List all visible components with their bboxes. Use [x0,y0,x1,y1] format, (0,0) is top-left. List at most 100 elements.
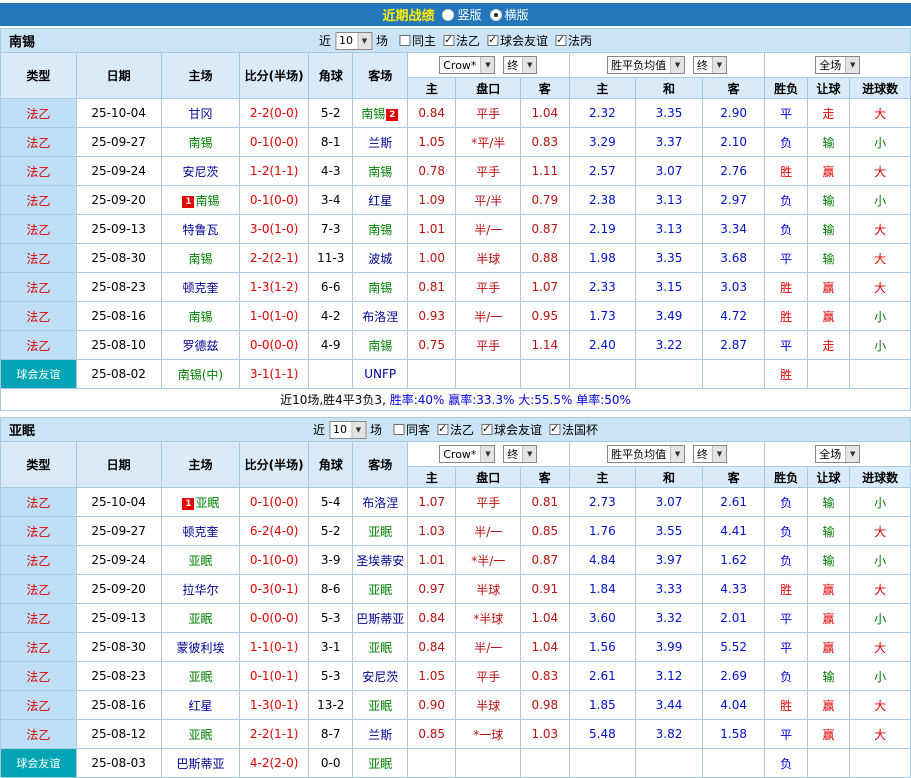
col-goals: 进球数 [849,77,911,99]
away-team-name: 亚眠 [368,524,393,539]
rank-badge: 1 [182,195,195,208]
radio-checked-icon[interactable] [489,8,502,21]
col-corner: 角球 [307,441,354,488]
league-cell: 法乙 [0,127,77,157]
euro-away-odds: 2.97 [701,185,766,215]
select-value: 终 [507,58,519,72]
euro-home-odds: 1.84 [568,574,637,604]
summary-segment: 单率:50% [576,393,631,407]
checkbox-icon[interactable] [437,422,448,435]
home-team-cell: 亚眠 [160,661,241,691]
league-cell: 法乙 [0,632,77,662]
away-team-cell: 布洛涅 [352,487,408,517]
col-handicap: 盘口 [455,466,522,488]
home-team-cell: 拉华尔 [160,574,241,604]
checkbox-icon[interactable] [549,422,561,435]
checkbox-icon[interactable] [487,33,499,46]
corner-cell: 13-2 [307,690,354,720]
asian-home-odds: 1.03 [406,516,457,546]
chevron-down-icon: ▼ [522,445,537,462]
asian-home-odds: 1.05 [406,661,457,691]
filter-option[interactable]: 同客 [392,421,430,438]
date-cell: 25-08-16 [75,301,162,331]
checkbox-icon[interactable] [392,424,404,435]
league-filters: 同主 法乙 球会友谊 法丙 [392,32,592,49]
chevron-down-icon: ▼ [350,421,365,438]
bookmaker-select[interactable]: Crow* ▼ [439,56,496,75]
handicap-result-cell: 赢 [806,156,851,186]
euro-away-odds: 1.62 [701,545,766,575]
odds-time-select[interactable]: 终 ▼ [692,56,727,74]
filter-option[interactable]: 同主 [398,32,436,49]
asian-home-odds [406,359,457,389]
league-cell: 法乙 [0,690,77,720]
corner-cell [307,359,354,389]
table-row: 法乙 25-09-13 特鲁瓦 3-0(1-0) 7-3 南锡 1.01 半/一 0.87 2.1… [0,214,911,244]
bookmaker-select[interactable]: Crow* ▼ [439,445,496,464]
col-euro-home: 主 [568,77,637,99]
asian-away-odds: 0.83 [520,661,570,691]
away-team-name: 南锡 [368,280,393,295]
layout-radio-horizontal[interactable]: 横版 [489,6,529,23]
score-cell: 3-0(1-0) [239,214,309,244]
asian-away-odds: 0.98 [520,690,570,720]
checkbox-icon[interactable] [398,35,410,46]
match-scope-select[interactable]: 全场 ▼ [815,445,861,463]
filter-option[interactable]: 法乙 [437,421,474,438]
euro-away-odds: 2.10 [701,127,766,157]
euro-home-odds: 1.98 [568,243,637,273]
corner-cell: 5-2 [307,516,354,546]
match-filter-controls: 近 10 ▼ 场 同主 法乙 球会友谊 法丙 [319,31,592,50]
asian-away-odds: 0.91 [520,574,570,604]
match-scope-select[interactable]: 全场 ▼ [815,56,861,74]
euro-draw-odds: 3.44 [635,690,703,720]
odds-time-select[interactable]: 终 ▼ [503,55,538,74]
odds-time-select[interactable]: 终 ▼ [692,445,727,463]
select-value: 胜平负均值 [611,59,667,72]
goals-result-cell: 小 [849,185,911,215]
checkbox-icon[interactable] [555,33,567,46]
chevron-down-icon: ▼ [670,446,685,462]
corner-cell: 0-0 [307,748,354,778]
col-goals: 进球数 [849,466,911,488]
score-cell: 1-3(0-1) [239,690,309,720]
home-team-cell: 甘冈 [160,98,241,128]
filter-option[interactable]: 球会友谊 [487,32,548,49]
checkbox-icon[interactable] [481,422,493,435]
asian-home-odds [406,748,457,778]
handicap-result-cell: 输 [806,545,851,575]
filter-option[interactable]: 法乙 [443,32,480,49]
result-cell: 平 [764,719,808,749]
away-team-name: 亚眠 [368,640,393,655]
home-team-cell: 安尼茨 [160,156,241,186]
radio-unchecked-icon[interactable] [442,8,455,21]
date-cell: 25-08-30 [75,632,162,662]
odds-time-select[interactable]: 终 ▼ [503,444,538,463]
select-value: Crow* [443,58,477,72]
home-team-cell: 特鲁瓦 [160,214,241,244]
layout-radio-vertical[interactable]: 竖版 [442,6,482,23]
match-count-select[interactable]: 10 ▼ [328,420,366,439]
filter-option[interactable]: 法国杯 [549,421,598,438]
checkbox-icon[interactable] [443,33,454,46]
euro-away-odds: 3.03 [701,272,766,302]
wdl-average-select[interactable]: 胜平负均值 ▼ [607,56,686,74]
asian-handicap: 平手 [455,487,522,517]
col-asian-home: 主 [406,466,457,488]
filter-option[interactable]: 球会友谊 [481,421,542,438]
home-team-cell: 红星 [160,690,241,720]
filter-option[interactable]: 法丙 [555,32,592,49]
league-cell: 球会友谊 [0,748,77,778]
wdl-average-select[interactable]: 胜平负均值 ▼ [607,445,686,463]
select-value: 10 [338,34,353,47]
home-team-cell: 罗德兹 [160,330,241,360]
corner-cell: 5-3 [307,603,354,633]
score-cell: 0-1(0-0) [239,127,309,157]
euro-draw-odds: 3.07 [635,156,703,186]
match-count-select[interactable]: 10 ▼ [334,31,372,50]
euro-draw-odds: 3.13 [635,185,703,215]
summary-segment: 赢率:33.3% [448,393,519,407]
euro-away-odds: 3.34 [701,214,766,244]
league-cell: 法乙 [0,545,77,575]
away-team-name: 兰斯 [368,727,393,742]
